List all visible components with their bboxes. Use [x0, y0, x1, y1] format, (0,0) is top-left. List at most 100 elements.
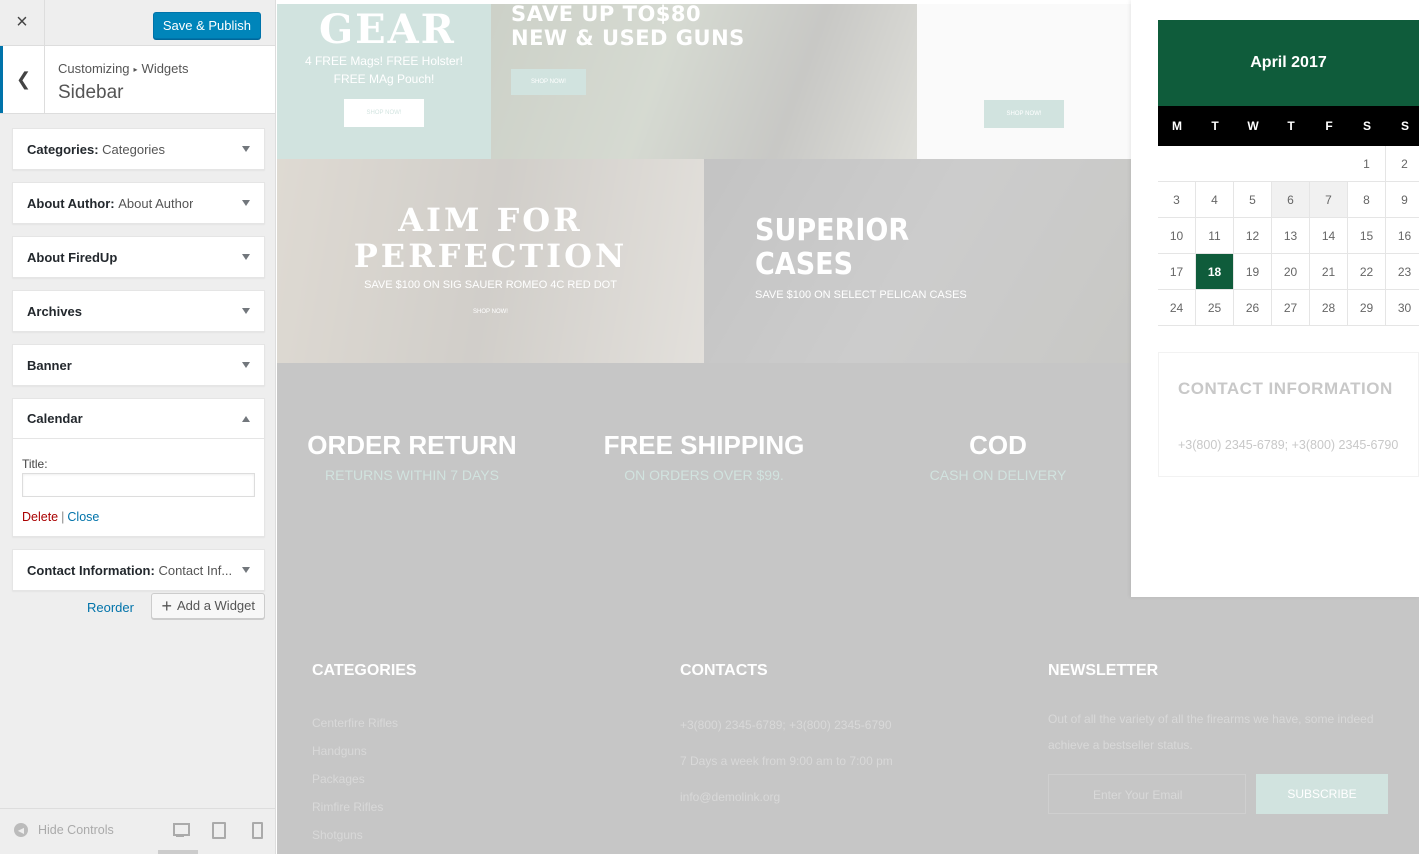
footer-link[interactable]: Rimfire Rifles: [312, 800, 417, 814]
collapse-arrow-icon[interactable]: [242, 415, 250, 422]
customizer-footer: ◀ Hide Controls: [0, 808, 275, 854]
footer-newsletter: NEWSLETTER Out of all the variety of all…: [1048, 662, 1388, 814]
banner-guns[interactable]: SAVE UP TO$80 NEW & USED GUNS SHOP NOW!: [491, 4, 917, 159]
banner-text: SAVE $100 ON SELECT PELICAN CASES: [755, 289, 967, 301]
calendar-day[interactable]: 23: [1386, 254, 1419, 290]
shop-now-button[interactable]: SHOP NOW!: [511, 69, 586, 95]
feature-order-return: ORDER RETURN RETURNS WITHIN 7 DAYS: [277, 430, 547, 483]
weekday-label: W: [1247, 119, 1259, 133]
calendar-day[interactable]: 22: [1348, 254, 1386, 290]
delete-link[interactable]: Delete: [22, 510, 58, 524]
footer-link[interactable]: Shotguns: [312, 828, 417, 842]
calendar-day-today[interactable]: 18: [1196, 254, 1234, 290]
expand-arrow-icon[interactable]: [242, 146, 250, 152]
widget-title: Contact Information:: [27, 562, 155, 578]
widget-header[interactable]: About Author: About Author: [13, 183, 264, 223]
tablet-icon[interactable]: [208, 821, 228, 839]
calendar-grid: 1 2 3 4 5 6 7 8 9 10 11 12 13 14 15 16 17 18 19 20 21 22 23 24 2…: [1158, 146, 1419, 326]
shop-now-button[interactable]: SHOP NOW!: [984, 100, 1064, 128]
subscribe-button[interactable]: SUBSCRIBE: [1256, 774, 1388, 814]
calendar-day[interactable]: 30: [1386, 290, 1419, 326]
close-icon[interactable]: ×: [0, 0, 45, 45]
widget-header[interactable]: Archives: [13, 291, 264, 331]
calendar-day[interactable]: 12: [1234, 218, 1272, 254]
calendar-day[interactable]: 5: [1234, 182, 1272, 218]
calendar-empty-cell: [1158, 146, 1196, 182]
feature-cod: COD CASH ON DELIVERY: [863, 430, 1133, 483]
calendar-day[interactable]: 25: [1196, 290, 1234, 326]
banner-aim[interactable]: AIM FOR PERFECTION SAVE $100 ON SIG SAUE…: [277, 159, 704, 363]
footer-link[interactable]: Handguns: [312, 744, 417, 758]
calendar-day[interactable]: 26: [1234, 290, 1272, 326]
mobile-icon[interactable]: [246, 821, 266, 839]
expand-arrow-icon[interactable]: [242, 567, 250, 573]
banner-pistol[interactable]: SHOP NOW!: [917, 4, 1131, 159]
email-link[interactable]: info@demolink.org: [680, 790, 893, 804]
widget-header[interactable]: Categories: Categories: [13, 129, 264, 169]
calendar-day[interactable]: 15: [1348, 218, 1386, 254]
calendar-day[interactable]: 2: [1386, 146, 1419, 182]
title-input[interactable]: [22, 473, 255, 497]
calendar-day[interactable]: 16: [1386, 218, 1419, 254]
close-link[interactable]: Close: [67, 510, 99, 524]
widget-header[interactable]: Contact Information: Contact Inf...: [13, 550, 264, 590]
widget-actions: Delete | Close: [22, 510, 255, 524]
shop-now-button[interactable]: SHOP NOW!: [344, 99, 424, 127]
hide-controls-button[interactable]: ◀ Hide Controls: [14, 823, 114, 837]
email-input[interactable]: Enter Your Email: [1048, 774, 1246, 814]
widget-header[interactable]: About FiredUp: [13, 237, 264, 277]
widget-contact-information: Contact Information: Contact Inf...: [12, 549, 265, 591]
calendar-day[interactable]: 19: [1234, 254, 1272, 290]
widget-header[interactable]: Calendar: [13, 399, 264, 439]
calendar-day[interactable]: 14: [1310, 218, 1348, 254]
widget-about-author: About Author: About Author: [12, 182, 265, 224]
add-widget-button[interactable]: + Add a Widget: [151, 593, 265, 619]
widget-controls: Reorder + Add a Widget: [12, 593, 265, 619]
calendar-day[interactable]: 6: [1272, 182, 1310, 218]
calendar-day[interactable]: 17: [1158, 254, 1196, 290]
calendar-day[interactable]: 3: [1158, 182, 1196, 218]
calendar-day[interactable]: 20: [1272, 254, 1310, 290]
expand-arrow-icon[interactable]: [242, 254, 250, 260]
expand-arrow-icon[interactable]: [242, 362, 250, 368]
calendar-day[interactable]: 28: [1310, 290, 1348, 326]
widget-header[interactable]: Banner: [13, 345, 264, 385]
calendar-day[interactable]: 8: [1348, 182, 1386, 218]
footer-link[interactable]: Packages: [312, 772, 417, 786]
calendar-day[interactable]: 13: [1272, 218, 1310, 254]
banner-text: SAVE $100 ON SIG SAUER ROMEO 4C RED DOT: [364, 279, 617, 291]
contact-phones: +3(800) 2345-6789; +3(800) 2345-6790: [1178, 438, 1399, 452]
plus-icon: +: [161, 596, 172, 616]
calendar-widget: April 2017 MTWTFSS 1 2 3 4 5 6 7 8 9 10 11 12 13 14 15…: [1158, 20, 1419, 326]
breadcrumb-separator-icon: ▸: [133, 65, 138, 74]
calendar-day[interactable]: 21: [1310, 254, 1348, 290]
banner-headline: SUPERIOR: [755, 213, 910, 248]
banner-headline: PERFECTION: [353, 237, 628, 275]
calendar-day[interactable]: 10: [1158, 218, 1196, 254]
reorder-link[interactable]: Reorder: [87, 600, 134, 615]
calendar-day[interactable]: 9: [1386, 182, 1419, 218]
widget-subtitle: Categories: [102, 141, 166, 157]
footer-heading: CATEGORIES: [312, 662, 417, 679]
footer-categories: CATEGORIES Centerfire Rifles Handguns Pa…: [312, 662, 417, 842]
banner-gear[interactable]: GEAR 4 FREE Mags! FREE Holster! FREE MAg…: [277, 4, 491, 159]
calendar-day[interactable]: 27: [1272, 290, 1310, 326]
calendar-day[interactable]: 29: [1348, 290, 1386, 326]
calendar-day[interactable]: 11: [1196, 218, 1234, 254]
add-widget-label: Add a Widget: [176, 598, 255, 613]
feature-free-shipping: FREE SHIPPING ON ORDERS OVER $99.: [569, 430, 839, 483]
newsletter-text: Out of all the variety of all the firear…: [1048, 712, 1374, 726]
calendar-day[interactable]: 4: [1196, 182, 1234, 218]
hours-text: 7 Days a week from 9:00 am to 7:00 pm: [680, 754, 893, 768]
expand-arrow-icon[interactable]: [242, 308, 250, 314]
back-arrow-icon[interactable]: ❮: [0, 46, 45, 113]
shop-now-button[interactable]: SHOP NOW!: [277, 309, 704, 315]
expand-arrow-icon[interactable]: [242, 200, 250, 206]
calendar-day[interactable]: 24: [1158, 290, 1196, 326]
calendar-day[interactable]: 1: [1348, 146, 1386, 182]
footer-link[interactable]: Centerfire Rifles: [312, 716, 417, 730]
save-publish-button[interactable]: Save & Publish: [152, 12, 261, 39]
calendar-day[interactable]: 7: [1310, 182, 1348, 218]
desktop-icon[interactable]: [170, 821, 190, 839]
banner-cases[interactable]: SUPERIOR CASES SAVE $100 ON SELECT PELIC…: [704, 159, 1131, 363]
